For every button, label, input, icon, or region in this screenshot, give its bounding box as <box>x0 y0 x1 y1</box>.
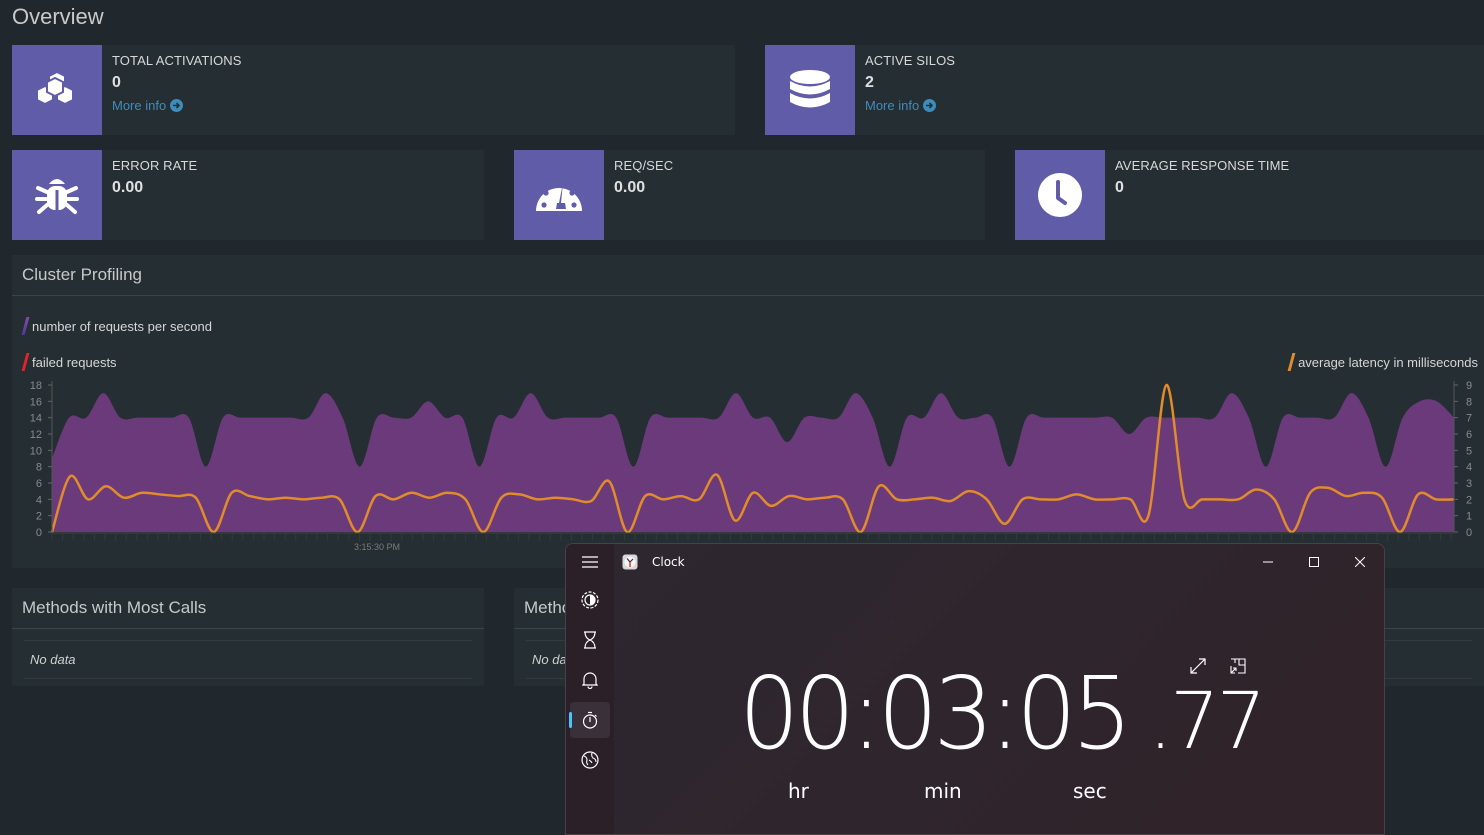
arrow-circle-right-icon <box>923 99 937 112</box>
nav-focus-sessions[interactable] <box>570 582 610 618</box>
clock-nav-rail <box>566 544 614 834</box>
stopwatch-hundredths: 77 <box>1169 677 1266 767</box>
right-tick-label: 0 <box>1466 527 1472 539</box>
stat-active-silos: ACTIVE SILOS 2 More info <box>765 45 1484 135</box>
x-tick-label: 3:15:30 PM <box>354 542 400 552</box>
nav-stopwatch[interactable] <box>569 702 610 738</box>
arrow-circle-right-icon <box>170 99 184 112</box>
stat-value: 0 <box>1115 179 1124 196</box>
requests-area <box>52 393 1454 532</box>
stat-req-sec: REQ/SEC 0.00 <box>514 150 985 240</box>
right-tick-label: 8 <box>1466 396 1472 408</box>
stat-error-rate: ERROR RATE 0.00 <box>12 150 484 240</box>
right-tick-label: 6 <box>1466 429 1472 441</box>
clock-app-window: Clock 00:03:05.77 hr min sec <box>565 543 1385 835</box>
unit-sec: sec <box>1073 779 1107 803</box>
clock-icon <box>1015 150 1105 240</box>
stat-average-response-time: AVERAGE RESPONSE TIME 0 <box>1015 150 1484 240</box>
stopwatch-display: 00:03:05.77 <box>739 655 1266 772</box>
stat-label: REQ/SEC <box>614 158 674 173</box>
stopwatch-icon <box>582 711 598 729</box>
more-info-link[interactable]: More info <box>112 98 242 113</box>
stat-total-activations: TOTAL ACTIVATIONS 0 More info <box>12 45 735 135</box>
stat-label: ERROR RATE <box>112 158 198 173</box>
minimize-button[interactable] <box>1246 548 1290 576</box>
more-info-label: More info <box>865 98 920 113</box>
stopwatch-time: 00:03:05 <box>739 655 1132 772</box>
window-title: Clock <box>652 555 685 569</box>
methods-most-calls-panel: Methods with Most Calls No data <box>12 588 484 686</box>
more-info-link[interactable]: More info <box>865 98 955 113</box>
right-tick-label: 2 <box>1466 494 1472 506</box>
stopwatch-hours: 00 <box>739 655 855 772</box>
stat-value: 0 <box>112 74 121 91</box>
hamburger-icon <box>582 556 598 568</box>
globe-icon <box>581 751 599 769</box>
unit-min: min <box>924 779 962 803</box>
cluster-chart: 02468101214161801234567893:15:30 PM <box>30 380 1472 552</box>
left-tick-label: 4 <box>36 494 42 506</box>
cluster-profiling-panel: Cluster Profiling number of requests per… <box>12 255 1484 568</box>
left-tick-label: 6 <box>36 478 42 490</box>
close-icon <box>1355 557 1365 567</box>
right-tick-label: 5 <box>1466 445 1472 457</box>
no-data-row: No data <box>24 640 472 679</box>
stat-label: AVERAGE RESPONSE TIME <box>1115 158 1290 173</box>
stat-label: ACTIVE SILOS <box>865 53 956 68</box>
focus-sessions-icon <box>581 591 599 609</box>
hourglass-icon <box>584 631 596 649</box>
maximize-icon <box>1309 557 1319 567</box>
stat-value: 2 <box>865 74 874 91</box>
right-tick-label: 4 <box>1466 462 1472 474</box>
dashboard-icon <box>514 150 604 240</box>
clock-app-logo-icon <box>622 554 638 570</box>
stopwatch-seconds: 05 <box>1016 655 1132 772</box>
panel-title: Methods with Most Calls <box>12 588 484 629</box>
stat-value: 0.00 <box>112 179 144 196</box>
minimize-icon <box>1263 561 1273 563</box>
left-tick-label: 8 <box>36 462 42 474</box>
cubes-icon <box>12 45 102 135</box>
left-tick-label: 18 <box>30 380 42 392</box>
unit-hr: hr <box>788 779 809 803</box>
left-tick-label: 0 <box>36 527 42 539</box>
stat-label: TOTAL ACTIVATIONS <box>112 53 242 68</box>
right-tick-label: 1 <box>1466 511 1472 523</box>
stopwatch-minutes: 03 <box>877 655 994 772</box>
left-tick-label: 14 <box>30 413 42 425</box>
close-button[interactable] <box>1338 548 1382 576</box>
page-title: Overview <box>12 4 104 29</box>
bug-icon <box>12 150 102 240</box>
nav-world-clock[interactable] <box>570 742 610 778</box>
right-tick-label: 3 <box>1466 478 1472 490</box>
maximize-button[interactable] <box>1292 548 1336 576</box>
left-tick-label: 10 <box>30 445 42 457</box>
nav-timer[interactable] <box>570 622 610 658</box>
active-indicator <box>569 712 572 728</box>
nav-alarm[interactable] <box>570 662 610 698</box>
bell-icon <box>582 672 598 689</box>
stat-value: 0.00 <box>614 179 646 196</box>
right-tick-label: 9 <box>1466 380 1472 392</box>
hamburger-menu-button[interactable] <box>570 544 610 580</box>
left-tick-label: 2 <box>36 511 42 523</box>
left-tick-label: 16 <box>30 396 42 408</box>
left-tick-label: 12 <box>30 429 42 441</box>
right-tick-label: 7 <box>1466 413 1472 425</box>
more-info-label: More info <box>112 98 167 113</box>
database-icon <box>765 45 855 135</box>
